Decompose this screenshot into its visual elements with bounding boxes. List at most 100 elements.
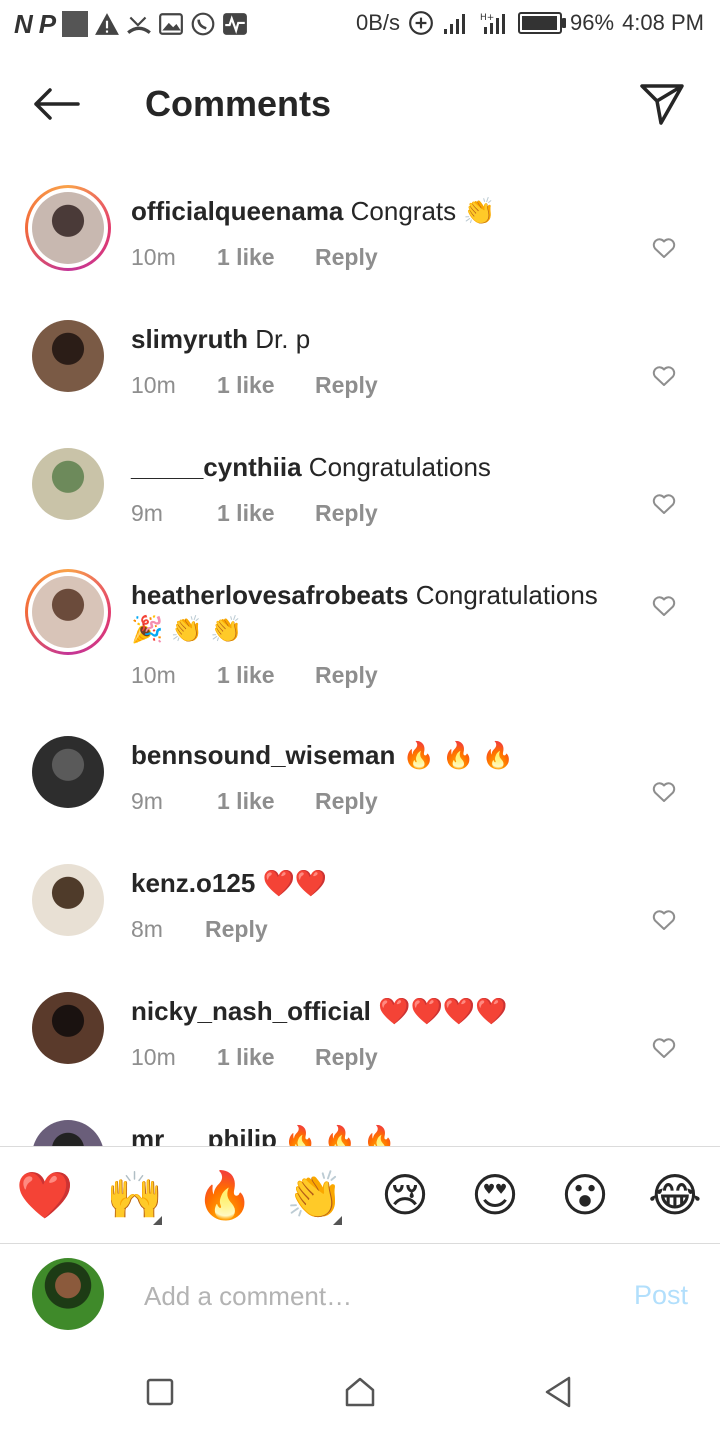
like-comment-button[interactable] [650, 906, 678, 934]
emoji-heart-button[interactable]: ❤️ [0, 1147, 90, 1243]
arrow-left-icon [34, 88, 80, 120]
reply-button[interactable]: Reply [315, 786, 378, 816]
reply-button[interactable]: Reply [315, 370, 378, 400]
triangle-back-icon [545, 1376, 571, 1408]
comment-row[interactable]: _____cynthiia Congratulations 9m 1 like Rep… [0, 436, 720, 564]
reply-button[interactable]: Reply [205, 914, 268, 944]
comment-timestamp: 10m [131, 372, 176, 398]
comment-timestamp: 10m [131, 1044, 176, 1070]
comment-like-count[interactable]: 1 like [217, 498, 315, 528]
commenter-avatar-button[interactable] [24, 440, 112, 528]
reply-button[interactable]: Reply [315, 1042, 378, 1072]
like-comment-button[interactable] [650, 778, 678, 806]
data-saver-icon [409, 11, 433, 35]
comment-row[interactable]: bennsound_wiseman 🔥 🔥 🔥 9m 1 like Reply [0, 724, 720, 852]
like-comment-button[interactable] [650, 490, 678, 518]
emoji-laughing-button[interactable]: 😂 [630, 1147, 720, 1243]
comment-body: 🔥 🔥 🔥 [402, 740, 515, 770]
comment-like-count[interactable]: 1 like [217, 370, 315, 400]
comment-timestamp: 9m [131, 788, 163, 814]
comment-timestamp: 8m [131, 916, 163, 942]
share-button[interactable] [636, 78, 688, 130]
emoji-fire-button[interactable]: 🔥 [180, 1147, 270, 1243]
comment-text: kenz.o125 ❤️❤️ [131, 866, 630, 900]
comment-row[interactable]: nicky_nash_official ❤️❤️❤️❤️ 10m 1 like Rep… [0, 980, 720, 1108]
post-button[interactable]: Post [634, 1280, 688, 1311]
like-comment-button[interactable] [650, 234, 678, 262]
current-user-avatar [32, 1258, 104, 1330]
image-icon [159, 13, 184, 35]
page-title: Comments [145, 83, 332, 124]
reply-button[interactable]: Reply [315, 660, 378, 690]
comment-meta: 10m 1 like Reply [131, 242, 378, 272]
reply-button[interactable]: Reply [315, 242, 378, 272]
commenter-avatar-button[interactable] [24, 568, 112, 656]
commenter-avatar-button[interactable] [24, 728, 112, 816]
system-nav-bar [0, 1344, 720, 1440]
heart-outline-icon [652, 782, 676, 802]
heart-outline-icon [652, 494, 676, 514]
comment-like-count[interactable]: 1 like [217, 1042, 315, 1072]
comment-username[interactable]: heatherlovesafrobeats [131, 580, 408, 610]
home-icon [345, 1377, 375, 1407]
svg-text:H+: H+ [480, 13, 494, 23]
comment-timestamp: 9m [131, 500, 163, 526]
comment-composer: Post [0, 1244, 720, 1344]
like-comment-button[interactable] [650, 592, 678, 620]
comment-like-count[interactable]: 1 like [217, 786, 315, 816]
comment-meta: 10m 1 like Reply [131, 1042, 378, 1072]
comment-username[interactable]: officialqueenama [131, 196, 343, 226]
emoji-crying-button[interactable]: 😢 [360, 1147, 450, 1243]
like-comment-button[interactable] [650, 362, 678, 390]
comment-like-count[interactable]: 1 like [217, 660, 315, 690]
comment-text: officialqueenama Congrats 👏 [131, 194, 630, 228]
raised-hands-icon: 🙌 [106, 1168, 164, 1222]
emoji-heart-eyes-button[interactable]: 😍 [450, 1147, 540, 1243]
avatar [32, 864, 104, 936]
comment-meta: 9m 1 like Reply [131, 498, 378, 528]
notification-n-icon: N [14, 9, 33, 39]
emoji-clap-button[interactable]: 👏 [270, 1147, 360, 1243]
comment-row[interactable]: slimyruth Dr. p 10m 1 like Reply [0, 308, 720, 436]
comment-username[interactable]: bennsound_wiseman [131, 740, 395, 770]
comments-list[interactable]: officialqueenama Congrats 👏 10m 1 like Repl… [0, 160, 720, 1146]
comment-input[interactable] [142, 1272, 586, 1320]
signal-icon [444, 14, 466, 34]
back-button[interactable] [28, 80, 84, 128]
back-nav-button[interactable] [540, 1374, 576, 1410]
comment-row[interactable]: heatherlovesafrobeats Congratulations 🎉 … [0, 564, 720, 724]
square-icon [146, 1378, 174, 1406]
recents-button[interactable] [142, 1374, 178, 1410]
avatar [32, 192, 104, 264]
story-ring [25, 185, 111, 271]
like-comment-button[interactable] [650, 1034, 678, 1062]
commenter-avatar-button[interactable] [24, 312, 112, 400]
commenter-avatar-button[interactable] [24, 1112, 112, 1146]
commenter-avatar-button[interactable] [24, 984, 112, 1072]
avatar [32, 992, 104, 1064]
comment-username[interactable]: mr___philip [131, 1124, 277, 1146]
comment-body: 🔥 🔥 🔥 [284, 1124, 396, 1146]
battery-percent: 96% [570, 10, 615, 35]
comment-like-count[interactable]: 1 like [217, 242, 315, 272]
home-button[interactable] [342, 1374, 378, 1410]
comment-body: ❤️❤️ [262, 868, 328, 898]
comment-username[interactable]: kenz.o125 [131, 868, 255, 898]
comment-timestamp: 10m [131, 662, 176, 688]
battery-icon [518, 12, 567, 34]
emoji-surprised-button[interactable]: 😮 [540, 1147, 630, 1243]
comment-row[interactable]: kenz.o125 ❤️❤️ 8m Reply [0, 852, 720, 980]
avatar [32, 1120, 104, 1146]
clock: 4:08 PM [622, 10, 704, 35]
commenter-avatar-button[interactable] [24, 856, 112, 944]
comment-username[interactable]: _____cynthiia [131, 452, 302, 482]
emoji-raised-hands-button[interactable]: 🙌 [90, 1147, 180, 1243]
comment-username[interactable]: nicky_nash_official [131, 996, 371, 1026]
commenter-avatar-button[interactable] [24, 184, 112, 272]
comment-row[interactable]: mr___philip 🔥 🔥 🔥 [0, 1108, 720, 1146]
whatsapp-icon [191, 12, 215, 36]
comment-row[interactable]: officialqueenama Congrats 👏 10m 1 like Repl… [0, 180, 720, 308]
avatar [32, 576, 104, 648]
reply-button[interactable]: Reply [315, 498, 378, 528]
comment-username[interactable]: slimyruth [131, 324, 248, 354]
